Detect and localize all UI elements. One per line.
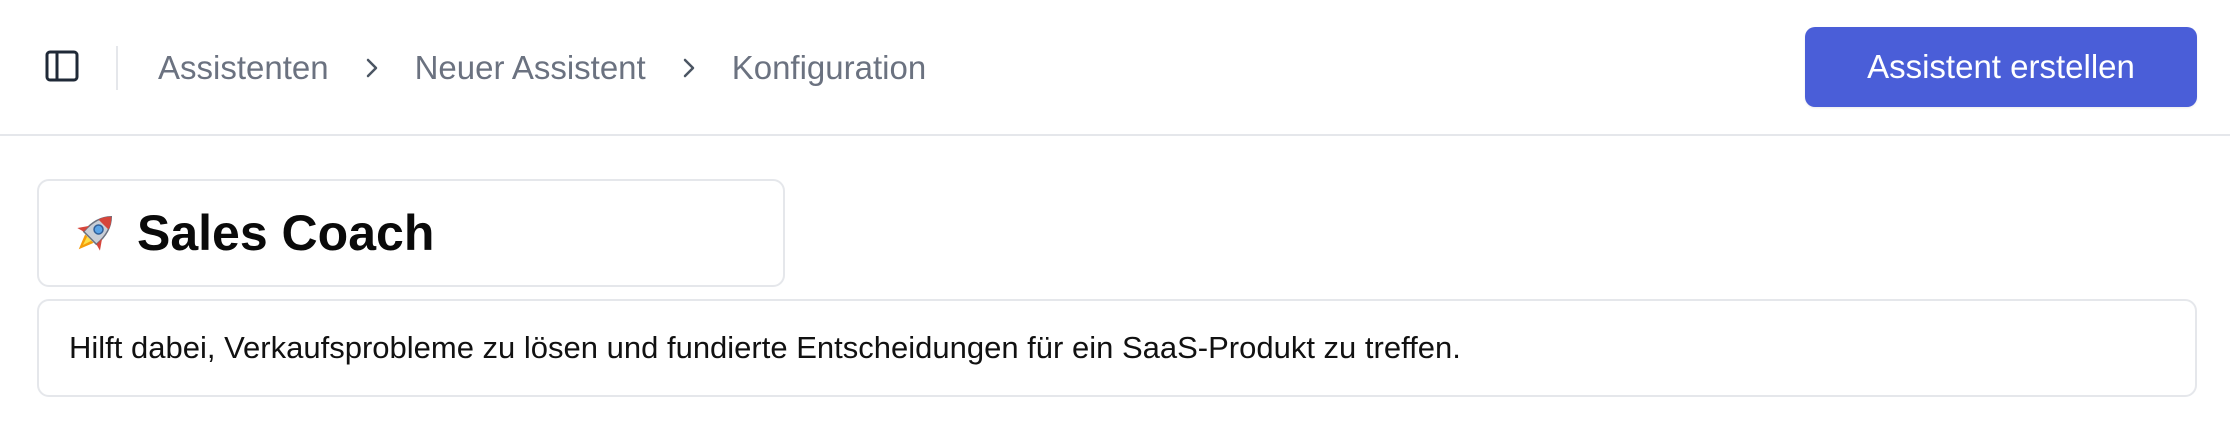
breadcrumb-item-assistenten[interactable]: Assistenten	[158, 49, 329, 87]
top-bar: Assistenten Neuer Assistent Konfiguratio…	[0, 0, 2230, 136]
breadcrumb: Assistenten Neuer Assistent Konfiguratio…	[158, 40, 926, 96]
header-divider	[116, 46, 118, 90]
chevron-right-icon	[646, 40, 732, 96]
breadcrumb-item-konfiguration: Konfiguration	[731, 49, 927, 86]
rocket-icon	[67, 205, 123, 261]
chevron-right-icon	[329, 40, 415, 96]
assistant-name-card[interactable]: Sales Coach	[37, 179, 785, 287]
assistant-name: Sales Coach	[137, 205, 435, 261]
assistant-description-card[interactable]: Hilft dabei, Verkaufsprobleme zu lösen u…	[37, 299, 2197, 397]
breadcrumb-item-neuer-assistent[interactable]: Neuer Assistent	[415, 49, 646, 87]
sidebar-panel-icon	[45, 49, 79, 88]
assistant-description: Hilft dabei, Verkaufsprobleme zu lösen u…	[69, 330, 1461, 365]
sidebar-toggle-button[interactable]	[40, 46, 84, 90]
create-assistant-button[interactable]: Assistent erstellen	[1805, 27, 2197, 107]
